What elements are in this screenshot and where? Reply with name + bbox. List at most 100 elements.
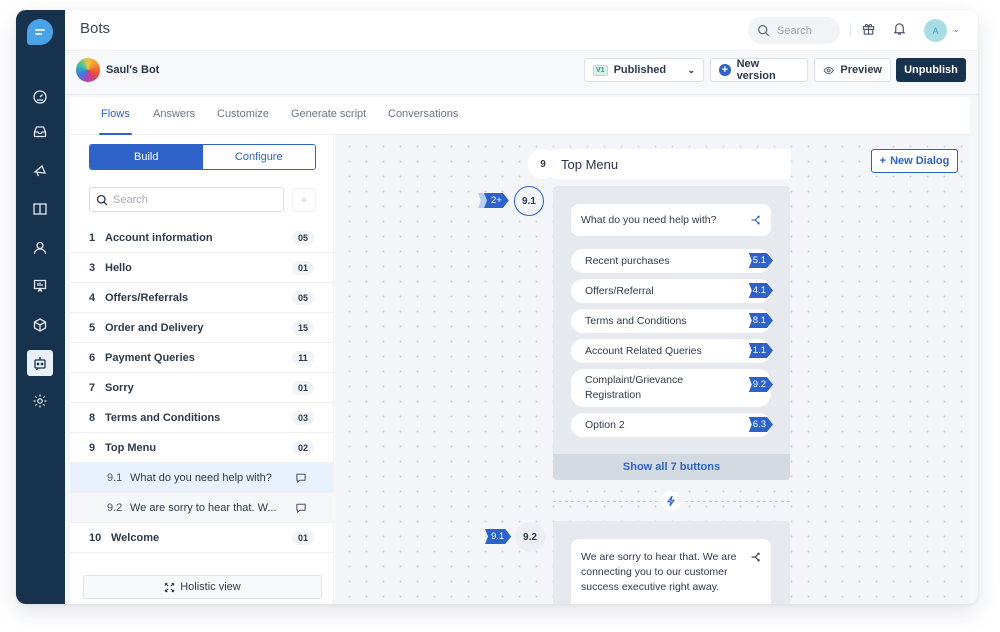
target-tag[interactable]: 9.2 <box>749 377 773 392</box>
flow-count: 01 <box>292 381 314 395</box>
target-tag[interactable]: 8.1 <box>749 313 773 328</box>
user-icon[interactable] <box>27 235 53 261</box>
flow-item[interactable]: 8 Terms and Conditions 03 <box>70 403 334 433</box>
preview-button[interactable]: Preview <box>814 58 891 82</box>
tab-answers[interactable]: Answers <box>153 108 195 120</box>
new-version-button[interactable]: + New version <box>710 58 808 82</box>
chevron-down-icon[interactable]: ⌄ <box>953 25 960 34</box>
plus-icon: + <box>879 155 887 167</box>
flow-item[interactable]: 7 Sorry 01 <box>70 373 334 403</box>
dialog-block[interactable]: What do you need help with? Recent purch… <box>553 186 790 480</box>
search-icon <box>96 194 108 205</box>
tab-customize[interactable]: Customize <box>217 108 269 120</box>
eye-icon <box>823 66 834 74</box>
button-label: Terms and Conditions <box>585 314 687 327</box>
holistic-view-button[interactable]: Holistic view <box>83 575 322 599</box>
branch-icon[interactable] <box>750 551 762 563</box>
flow-canvas[interactable]: 9 Top Menu + New Dialog 2+ 9.1 What do y… <box>335 135 970 604</box>
chat-bubble-icon <box>296 503 306 514</box>
incoming-connections-tag[interactable]: 2+ <box>484 193 509 208</box>
quick-reply-button[interactable]: Recent purchases 5.1 <box>571 249 771 273</box>
dialog-number-badge[interactable]: 9.2 <box>515 522 545 552</box>
cube-icon[interactable] <box>27 312 53 338</box>
page-title: Bots <box>80 20 111 37</box>
flow-title-card[interactable]: Top Menu <box>551 149 791 179</box>
bot-message[interactable]: We are sorry to hear that. We are connec… <box>571 539 771 604</box>
incoming-connections-tag[interactable]: 9.1 <box>485 529 511 544</box>
user-avatar[interactable]: A <box>924 19 947 42</box>
new-dialog-button[interactable]: + New Dialog <box>871 149 958 173</box>
flow-number: 4 <box>89 291 96 304</box>
new-dialog-label: New Dialog <box>890 155 950 167</box>
global-search[interactable]: Search <box>748 17 840 44</box>
flow-number: 9 <box>89 441 96 454</box>
message-text: We are sorry to hear that. We are connec… <box>581 551 737 593</box>
bell-icon[interactable] <box>892 21 907 41</box>
quick-reply-button[interactable]: Offers/Referral 4.1 <box>571 279 771 303</box>
quick-reply-button[interactable]: Terms and Conditions 8.1 <box>571 309 771 333</box>
app-logo-icon[interactable] <box>27 19 53 45</box>
configure-toggle[interactable]: Configure <box>202 145 315 169</box>
flow-search[interactable] <box>89 187 284 212</box>
version-status: Published <box>613 64 667 76</box>
target-tag[interactable]: 6.3 <box>749 417 773 432</box>
dialog-name: We are sorry to hear that. W... <box>130 501 277 514</box>
search-icon <box>757 24 770 37</box>
flow-count: 15 <box>292 321 314 335</box>
target-tag[interactable]: 1.1 <box>749 343 773 358</box>
bot-avatar <box>76 58 100 82</box>
tab-flows[interactable]: Flows <box>99 108 132 135</box>
bot-message[interactable]: What do you need help with? <box>571 204 771 236</box>
flow-item[interactable]: 4 Offers/Referrals 05 <box>70 283 334 313</box>
build-toggle[interactable]: Build <box>90 145 203 169</box>
dialog-item[interactable]: 9.1 What do you need help with? <box>70 463 334 493</box>
flow-count: 03 <box>292 411 314 425</box>
version-tag: V1 <box>593 64 608 76</box>
add-flow-button[interactable]: + <box>292 188 316 212</box>
branch-icon[interactable] <box>750 214 762 226</box>
inbox-icon[interactable] <box>27 119 53 145</box>
flow-count: 11 <box>292 351 314 365</box>
quick-reply-button[interactable]: Complaint/Grievance Registration 9.2 <box>571 369 771 407</box>
target-tag[interactable]: 4.1 <box>749 283 773 298</box>
quick-reply-button[interactable]: Option 2 6.3 <box>571 413 771 437</box>
flow-item[interactable]: 9 Top Menu 02 <box>70 433 334 463</box>
dialog-number-badge[interactable]: 9.1 <box>514 186 544 216</box>
flow-name: Sorry <box>105 381 134 394</box>
button-label: Offers/Referral <box>585 284 654 297</box>
tab-conversations[interactable]: Conversations <box>388 108 458 120</box>
dialog-item[interactable]: 9.2 We are sorry to hear that. W... <box>70 493 334 523</box>
quick-reply-button[interactable]: Account Related Queries 1.1 <box>571 339 771 363</box>
flow-count: 01 <box>292 261 314 275</box>
button-label: Account Related Queries <box>585 344 702 357</box>
dialog-block[interactable]: We are sorry to hear that. We are connec… <box>553 521 790 604</box>
dialog-name: What do you need help with? <box>130 471 272 484</box>
button-label: Complaint/Grievance Registration <box>585 374 684 401</box>
lightning-icon[interactable] <box>661 491 681 511</box>
target-tag[interactable]: 5.1 <box>749 253 773 268</box>
flow-name: Order and Delivery <box>105 321 204 334</box>
flow-search-input[interactable] <box>113 193 273 206</box>
gift-icon[interactable] <box>861 21 876 41</box>
flow-name: Top Menu <box>105 441 157 454</box>
tab-generate-script[interactable]: Generate script <box>291 108 366 120</box>
flow-item[interactable]: 10 Welcome 01 <box>70 523 334 553</box>
gear-icon[interactable] <box>27 388 53 414</box>
dashboard-icon[interactable] <box>27 84 53 110</box>
unpublish-button[interactable]: Unpublish <box>896 58 966 82</box>
search-placeholder: Search <box>777 24 812 37</box>
flow-item[interactable]: 5 Order and Delivery 15 <box>70 313 334 343</box>
app-window: Bots Search A ⌄ Saul's Bot V1 Published … <box>16 10 978 604</box>
bot-icon[interactable] <box>27 350 53 376</box>
flow-item[interactable]: 3 Hello 01 <box>70 253 334 283</box>
megaphone-icon[interactable] <box>27 158 53 184</box>
presentation-icon[interactable] <box>27 273 53 299</box>
flow-count: 02 <box>292 441 314 455</box>
version-select[interactable]: V1 Published ⌄ <box>584 58 704 82</box>
book-icon[interactable] <box>27 196 53 222</box>
show-all-buttons-link[interactable]: Show all 7 buttons <box>553 454 790 480</box>
flow-item[interactable]: 1 Account information 05 <box>70 223 334 253</box>
flows-panel: Build Configure + 1 Account information 05… <box>70 135 334 604</box>
flow-item[interactable]: 6 Payment Queries 11 <box>70 343 334 373</box>
flow-number: 8 <box>89 411 96 424</box>
